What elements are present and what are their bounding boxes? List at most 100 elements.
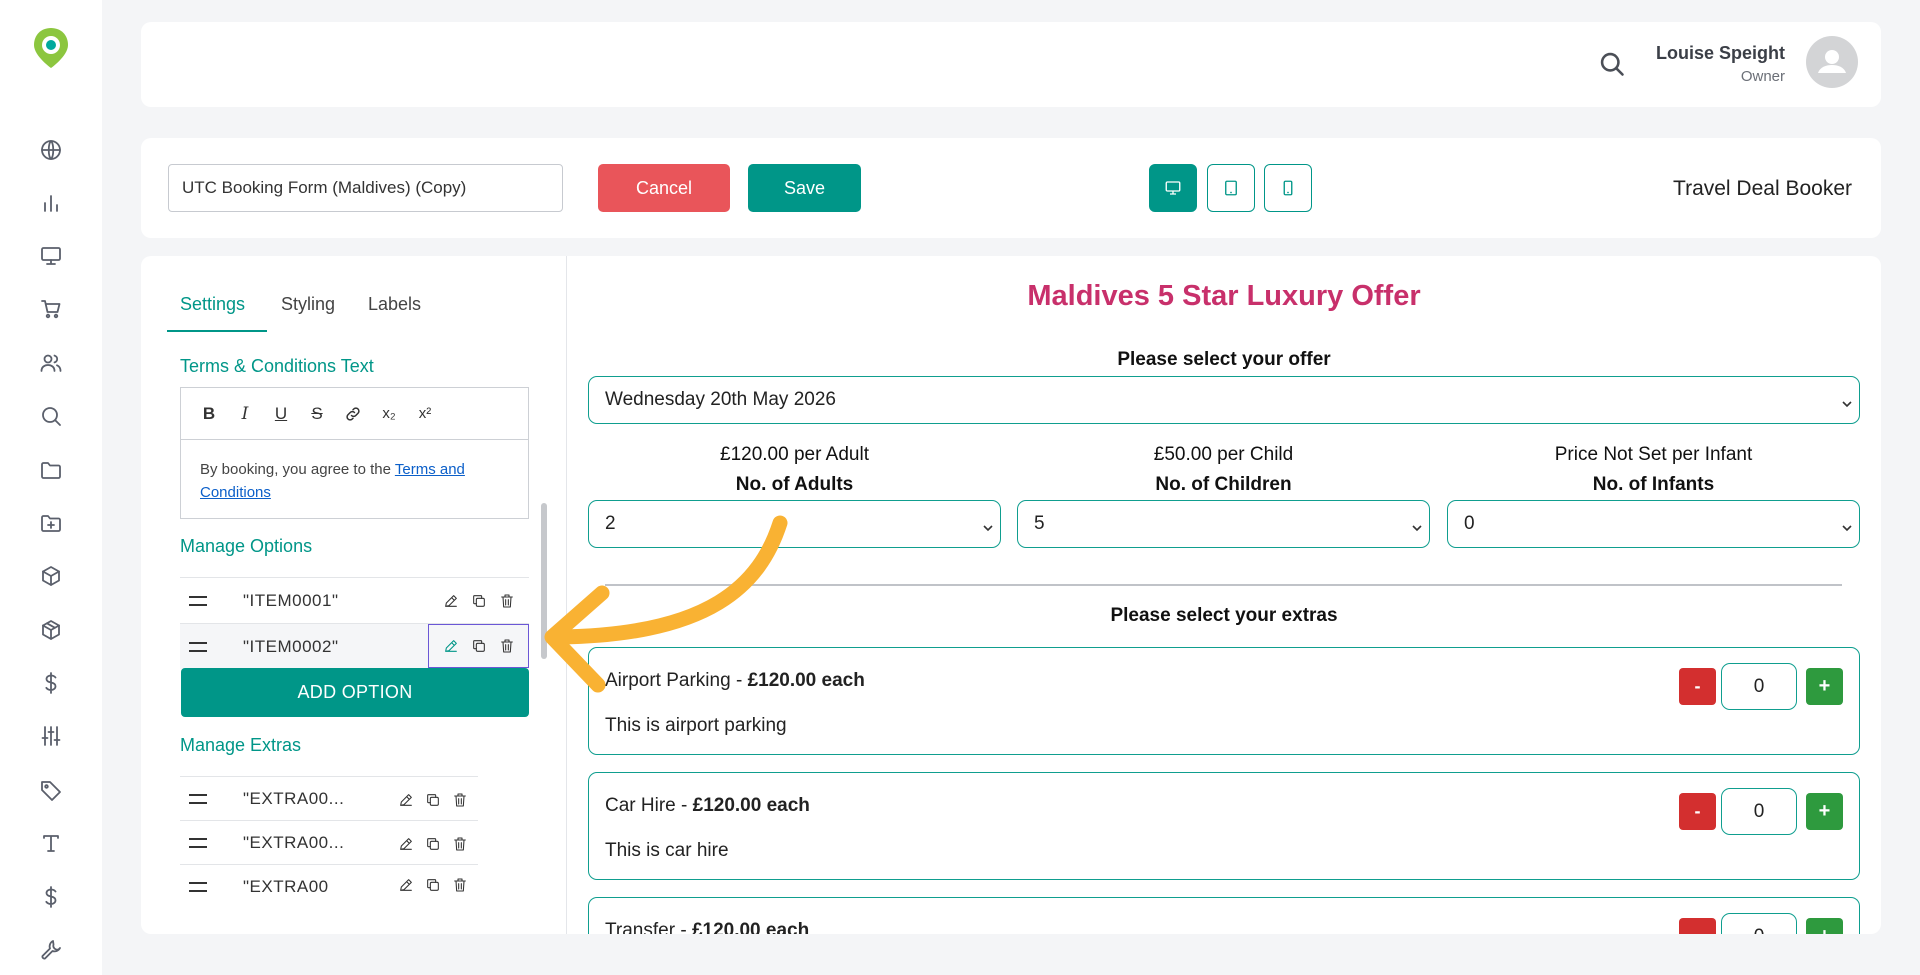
user-role: Owner [1740, 68, 1785, 85]
tab-labels[interactable]: Labels [368, 294, 421, 315]
dollar-icon[interactable] [36, 668, 66, 698]
copy-icon[interactable] [471, 593, 487, 609]
edit-icon[interactable] [398, 792, 414, 808]
form-name-input[interactable] [168, 164, 563, 212]
option-actions [428, 624, 529, 668]
decrease-button[interactable]: - [1679, 793, 1716, 830]
edit-icon[interactable] [443, 593, 459, 609]
trash-icon[interactable] [452, 877, 468, 893]
extra-row[interactable]: "EXTRA00 [180, 864, 478, 894]
box-icon[interactable] [36, 561, 66, 591]
mobile-icon [1283, 180, 1293, 196]
copy-icon[interactable] [425, 877, 441, 893]
edit-icon[interactable] [398, 877, 414, 893]
increase-button[interactable]: + [1806, 918, 1843, 934]
extra-description: This is airport parking [605, 715, 787, 736]
quantity-input[interactable]: 0 [1721, 663, 1797, 710]
package-icon[interactable] [36, 615, 66, 645]
copy-icon[interactable] [425, 792, 441, 808]
avatar[interactable] [1806, 36, 1858, 88]
quantity-input[interactable]: 0 [1721, 913, 1797, 934]
terms-text[interactable]: By booking, you agree to the Terms and C… [181, 440, 528, 522]
increase-button[interactable]: + [1806, 793, 1843, 830]
drag-handle-icon[interactable] [189, 837, 207, 848]
offer-prompt: Please select your offer [1117, 349, 1331, 370]
chevron-down-icon [1841, 518, 1852, 532]
tablet-view-button[interactable] [1207, 164, 1255, 212]
edit-icon[interactable] [398, 836, 414, 852]
offer-select[interactable]: Wednesday 20th May 2026 [588, 376, 1860, 424]
cancel-button[interactable]: Cancel [598, 164, 730, 212]
children-select[interactable]: 5 [1017, 500, 1430, 548]
decrease-button[interactable]: - [1679, 668, 1716, 705]
desktop-icon [1165, 181, 1181, 195]
strikethrough-button[interactable]: S [305, 402, 329, 426]
globe-icon[interactable] [36, 135, 66, 165]
tablet-icon [1225, 180, 1237, 196]
terms-editor: B I U S x₂ x² By booking, you agree to t… [180, 387, 529, 519]
monitor-icon[interactable] [36, 241, 66, 271]
option-row[interactable]: "ITEM0002" [180, 623, 529, 669]
sliders-icon[interactable] [36, 721, 66, 751]
option-row[interactable]: "ITEM0001" [180, 577, 529, 623]
save-button[interactable]: Save [748, 164, 861, 212]
infants-select[interactable]: 0 [1447, 500, 1860, 548]
copy-icon[interactable] [471, 638, 487, 654]
search-icon[interactable] [1596, 48, 1628, 80]
option-actions [429, 578, 529, 624]
quantity-input[interactable]: 0 [1721, 788, 1797, 835]
manage-extras-title: Manage Extras [180, 735, 302, 755]
add-option-button[interactable]: ADD OPTION [181, 668, 529, 717]
desktop-view-button[interactable] [1149, 164, 1197, 212]
extra-name: Car Hire - £120.00 each [605, 795, 810, 816]
folder-icon[interactable] [36, 455, 66, 485]
chart-icon[interactable] [36, 188, 66, 218]
extra-card: Transfer - £120.00 each - 0 + [588, 897, 1860, 934]
child-price: £50.00 per Child [1153, 444, 1294, 465]
italic-button[interactable]: I [233, 402, 257, 426]
tag-icon[interactable] [36, 775, 66, 805]
currency-icon[interactable] [36, 882, 66, 912]
settings-scrollbar[interactable] [541, 503, 547, 659]
trash-icon[interactable] [499, 638, 515, 654]
drag-handle-icon[interactable] [189, 595, 207, 606]
trash-icon[interactable] [499, 593, 515, 609]
drag-handle-icon[interactable] [189, 881, 207, 892]
copy-icon[interactable] [425, 836, 441, 852]
folder-plus-icon[interactable] [36, 508, 66, 538]
tab-settings[interactable]: Settings [180, 294, 245, 315]
extra-row[interactable]: "EXTRA00... [180, 776, 478, 820]
increase-button[interactable]: + [1806, 668, 1843, 705]
infant-price: Price Not Set per Infant [1554, 444, 1753, 465]
app-name: Travel Deal Booker [1673, 177, 1852, 200]
extra-row[interactable]: "EXTRA00... [180, 820, 478, 864]
users-icon[interactable] [36, 348, 66, 378]
trash-icon[interactable] [452, 792, 468, 808]
underline-button[interactable]: U [269, 402, 293, 426]
subscript-button[interactable]: x₂ [377, 402, 401, 426]
drag-handle-icon[interactable] [189, 641, 207, 652]
mobile-view-button[interactable] [1264, 164, 1312, 212]
wrench-icon[interactable] [36, 935, 66, 965]
extra-title: Car Hire [605, 795, 676, 816]
extra-price: £120.00 each [747, 670, 865, 691]
decrease-button[interactable]: - [1679, 918, 1716, 934]
adults-select[interactable]: 2 [588, 500, 1001, 548]
app-logo[interactable] [31, 26, 71, 70]
drag-handle-icon[interactable] [189, 793, 207, 804]
edit-icon[interactable] [443, 638, 459, 654]
user-avatar-icon [1818, 50, 1846, 73]
active-tab-indicator [167, 330, 267, 332]
link-icon[interactable] [341, 402, 365, 426]
bold-button[interactable]: B [197, 402, 221, 426]
trash-icon[interactable] [452, 836, 468, 852]
manage-options-title: Manage Options [180, 536, 313, 556]
search-icon[interactable] [36, 401, 66, 431]
superscript-button[interactable]: x² [413, 402, 437, 426]
text-icon[interactable] [36, 828, 66, 858]
chevron-down-icon [1411, 518, 1422, 532]
chevron-down-icon [982, 518, 993, 532]
tab-styling[interactable]: Styling [281, 294, 335, 315]
cart-icon[interactable] [36, 294, 66, 324]
extra-actions [388, 777, 478, 823]
